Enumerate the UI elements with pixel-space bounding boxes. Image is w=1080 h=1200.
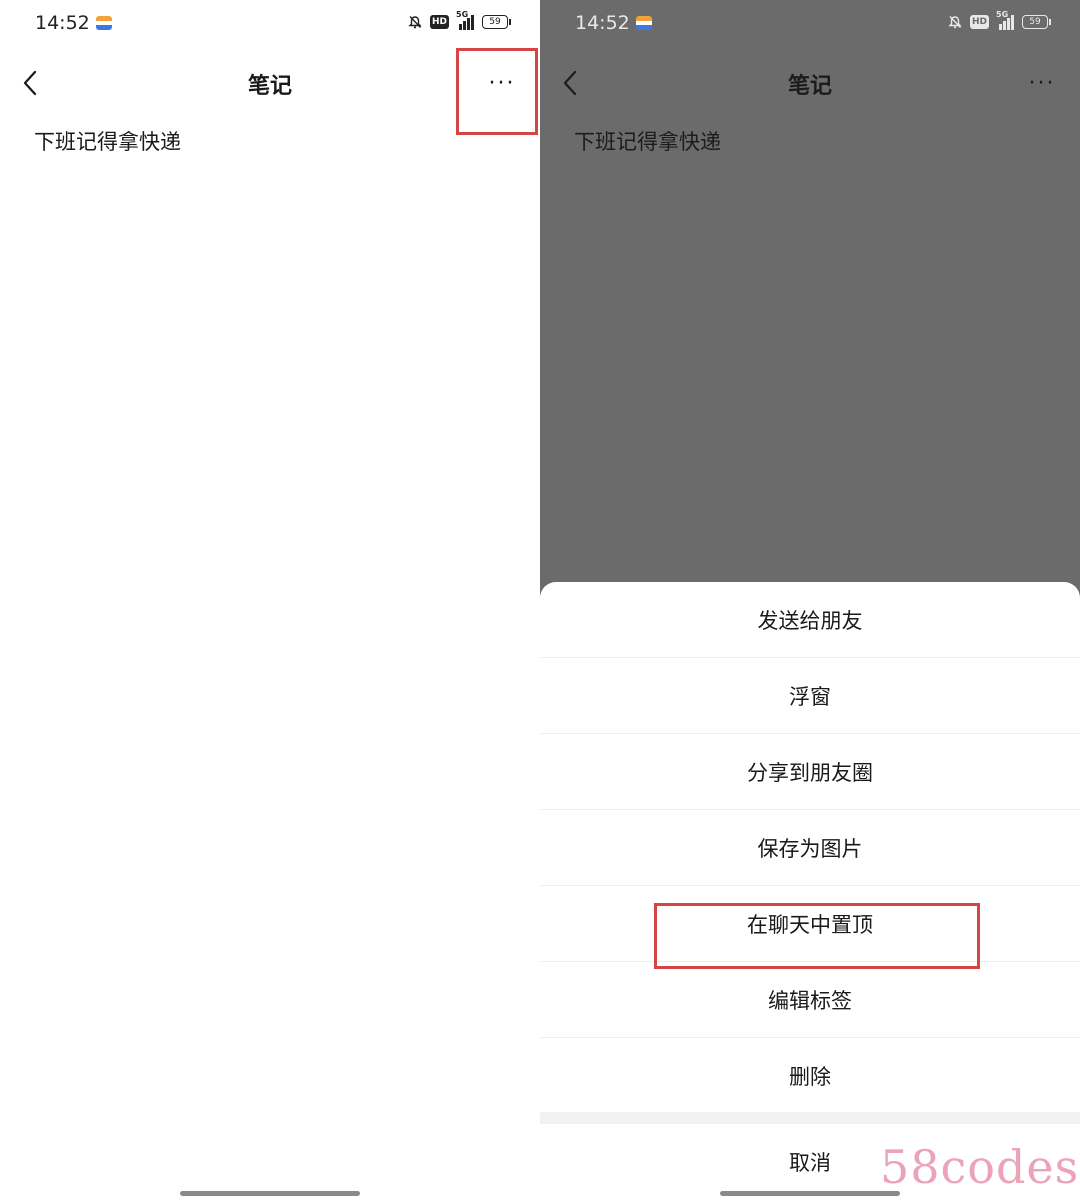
mute-bell-icon bbox=[408, 16, 422, 29]
hd-badge: HD bbox=[429, 15, 449, 29]
menu-item-pin-in-chat[interactable]: 在聊天中置顶 bbox=[540, 886, 1080, 962]
signal-icon: 5G bbox=[996, 10, 1014, 30]
status-time: 14:52 bbox=[35, 12, 90, 34]
page-title: 笔记 bbox=[787, 74, 832, 99]
menu-item-delete[interactable]: 删除 bbox=[540, 1038, 1080, 1114]
action-sheet: 发送给朋友 浮窗 分享到朋友圈 保存为图片 在聊天中置顶 编辑标签 删除 取消 bbox=[540, 582, 1080, 1200]
menu-item-edit-tags[interactable]: 编辑标签 bbox=[540, 962, 1080, 1038]
battery-icon: 59 bbox=[1022, 15, 1051, 29]
more-options-button[interactable]: ··· bbox=[482, 68, 522, 98]
sheet-divider bbox=[540, 1112, 1080, 1124]
note-screen-with-menu: 14:52 HD 5G 59 笔记 ··· 下班记得拿快递 发送给朋友 浮窗 分… bbox=[540, 0, 1080, 1200]
signal-icon: 5G bbox=[456, 10, 474, 30]
menu-item-save-as-image[interactable]: 保存为图片 bbox=[540, 810, 1080, 886]
page-title: 笔记 bbox=[247, 74, 292, 99]
more-options-button[interactable]: ··· bbox=[1022, 68, 1062, 98]
status-time: 14:52 bbox=[575, 12, 630, 34]
battery-icon: 59 bbox=[482, 15, 511, 29]
status-icons: HD 5G 59 bbox=[948, 10, 1051, 30]
menu-item-share-to-moments[interactable]: 分享到朋友圈 bbox=[540, 734, 1080, 810]
mute-bell-icon bbox=[948, 16, 962, 29]
note-content[interactable]: 下班记得拿快递 bbox=[34, 126, 181, 156]
cancel-button[interactable]: 取消 bbox=[540, 1124, 1080, 1200]
note-content: 下班记得拿快递 bbox=[574, 130, 721, 154]
status-icons: HD 5G 59 bbox=[408, 10, 511, 30]
home-indicator[interactable] bbox=[180, 1191, 360, 1196]
status-bar: 14:52 HD 5G 59 bbox=[540, 0, 1080, 50]
note-screen: 14:52 HD 5G 59 笔记 ··· 下班记得拿快递 bbox=[0, 0, 540, 1200]
status-bar: 14:52 HD 5G 59 bbox=[0, 0, 540, 50]
home-indicator[interactable] bbox=[720, 1191, 900, 1196]
app-notification-icon bbox=[636, 16, 652, 30]
menu-item-floating-window[interactable]: 浮窗 bbox=[540, 658, 1080, 734]
menu-item-send-to-friend[interactable]: 发送给朋友 bbox=[540, 582, 1080, 658]
hd-badge: HD bbox=[969, 15, 989, 29]
app-notification-icon bbox=[96, 16, 112, 30]
